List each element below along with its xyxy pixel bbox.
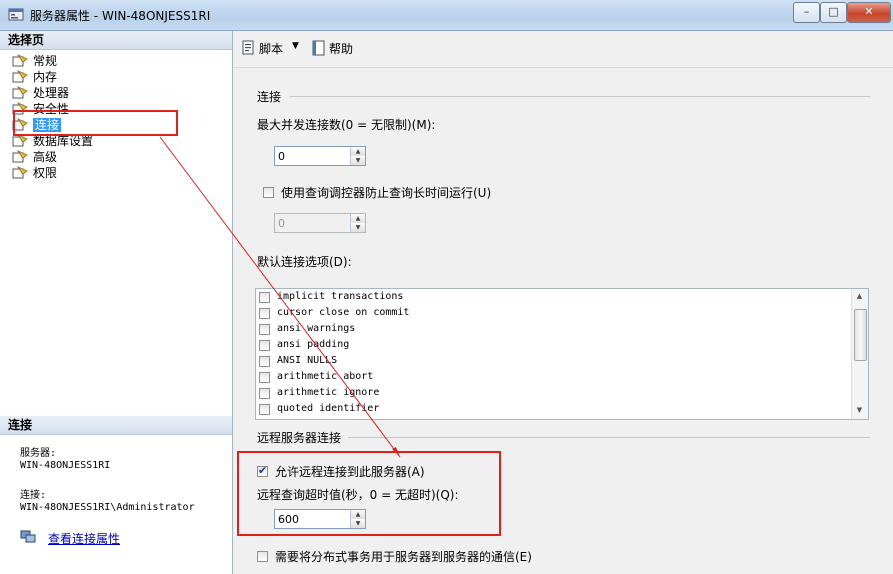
distributed-transactions-checkbox[interactable] (257, 551, 268, 562)
nav-item[interactable]: 权限 (12, 165, 57, 181)
nav-item-label: 数据库设置 (33, 134, 94, 148)
page-icon (12, 150, 28, 163)
connection-properties-icon (20, 530, 36, 543)
nav-item-label: 高级 (33, 150, 58, 164)
help-button[interactable]: 帮助 (329, 40, 353, 57)
connection-label: 连接: (20, 490, 47, 501)
option-row[interactable]: ansi padding (259, 338, 849, 354)
page-icon (12, 166, 28, 179)
options-scrollbar[interactable]: ▲ ▼ (851, 289, 868, 419)
option-label: ANSI NULLS (277, 355, 338, 366)
annotation-box-connection-nav (13, 110, 178, 136)
option-label: implicit transactions (277, 291, 404, 302)
option-checkbox[interactable] (259, 308, 270, 319)
nav-item-label: 常规 (33, 54, 58, 68)
annotation-box-remote-settings (237, 451, 501, 536)
distributed-transactions-label: 需要将分布式事务用于服务器到服务器的通信(E) (275, 550, 532, 564)
option-row[interactable]: ANSI NULLS (259, 354, 849, 370)
option-row[interactable]: ansi warnings (259, 322, 849, 338)
page-icon (12, 86, 28, 99)
help-icon (312, 40, 325, 56)
option-row[interactable]: arithmetic ignore (259, 386, 849, 402)
minimize-button[interactable]: – (793, 2, 820, 23)
server-value: WIN-48ONJESS1RI (20, 460, 111, 471)
option-checkbox[interactable] (259, 372, 270, 383)
option-label: quoted identifier (277, 403, 380, 414)
section-connection-label: 连接 (257, 90, 282, 104)
max-connections-label: 最大并发连接数(0 = 无限制)(M): (257, 118, 436, 132)
default-options-label: 默认连接选项(D): (257, 255, 352, 269)
option-label: ansi warnings (277, 323, 356, 334)
option-checkbox[interactable] (259, 292, 270, 303)
query-governor-spinner[interactable]: 0 ▲ ▼ (274, 213, 366, 233)
connection-header: 连接 (0, 416, 232, 435)
script-icon (242, 40, 254, 55)
option-row[interactable]: arithmetic abort (259, 370, 849, 386)
option-label: arithmetic abort (277, 371, 374, 382)
use-query-governor-checkbox[interactable] (263, 187, 274, 198)
query-governor-value: 0 (278, 217, 285, 230)
use-query-governor-label: 使用查询调控器防止查询长时间运行(U) (281, 186, 492, 200)
option-checkbox[interactable] (259, 324, 270, 335)
close-button[interactable]: ✕ (847, 2, 891, 23)
nav-item-label: 权限 (33, 166, 58, 180)
section-remote-label: 远程服务器连接 (257, 431, 342, 445)
option-checkbox[interactable] (259, 388, 270, 399)
select-page-header: 选择页 (0, 31, 232, 50)
section-remote-divider (348, 437, 870, 438)
spin-down-icon[interactable]: ▼ (351, 223, 365, 232)
script-dropdown-arrow-icon[interactable]: ▼ (292, 41, 299, 51)
nav-item[interactable]: 高级 (12, 149, 57, 165)
option-label: ansi padding (277, 339, 350, 350)
nav-item-label: 处理器 (33, 86, 70, 100)
spin-down-icon[interactable]: ▼ (351, 156, 365, 165)
scroll-down-icon[interactable]: ▼ (854, 405, 865, 415)
option-checkbox[interactable] (259, 356, 270, 367)
server-properties-icon (8, 8, 24, 21)
window-title: 服务器属性 - WIN-48ONJESS1RI (30, 9, 211, 23)
view-connection-properties-link[interactable]: 查看连接属性 (48, 530, 120, 547)
page-icon (12, 54, 28, 67)
title-bar[interactable]: 服务器属性 - WIN-48ONJESS1RI – □ ✕ (0, 0, 893, 31)
option-row[interactable]: implicit transactions (259, 290, 849, 306)
server-label: 服务器: (20, 448, 57, 459)
script-button[interactable]: 脚本 (259, 40, 283, 57)
maximize-button[interactable]: □ (820, 2, 847, 23)
option-checkbox[interactable] (259, 340, 270, 351)
scrollbar-thumb[interactable] (854, 309, 867, 361)
option-label: cursor close on commit (277, 307, 410, 318)
option-row[interactable]: quoted identifier (259, 402, 849, 418)
nav-item[interactable]: 常规 (12, 53, 57, 69)
nav-item[interactable]: 内存 (12, 69, 57, 85)
page-icon (12, 70, 28, 83)
max-connections-spinner[interactable]: 0 ▲ ▼ (274, 146, 366, 166)
nav-item-label: 内存 (33, 70, 58, 84)
option-row[interactable]: cursor close on commit (259, 306, 849, 322)
connection-value: WIN-48ONJESS1RI\Administrator (20, 502, 195, 513)
default-connection-options-list[interactable]: implicit transactions cursor close on com… (255, 288, 869, 420)
option-label: arithmetic ignore (277, 387, 380, 398)
scroll-up-icon[interactable]: ▲ (854, 291, 865, 301)
option-checkbox[interactable] (259, 404, 270, 415)
toolbar: 脚本 ▼ 帮助 (233, 31, 893, 68)
section-connection-divider (290, 96, 870, 97)
max-connections-value: 0 (278, 150, 285, 163)
nav-item[interactable]: 处理器 (12, 85, 69, 101)
